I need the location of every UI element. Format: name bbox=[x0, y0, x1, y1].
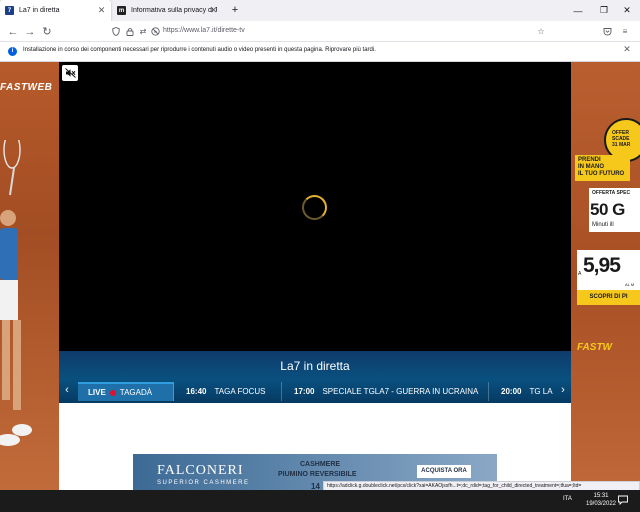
slot-time: 20:00 bbox=[501, 387, 522, 396]
arrow-left-icon: ← bbox=[7, 25, 19, 38]
lock-icon[interactable] bbox=[124, 24, 136, 39]
live-label: LIVE bbox=[88, 388, 106, 397]
tab-title: Informativa sulla privacy di Fire bbox=[131, 7, 217, 14]
menu-icon[interactable]: ≡ bbox=[619, 24, 631, 39]
close-window-button[interactable]: ✕ bbox=[614, 0, 640, 21]
right-ad-brand[interactable]: FASTW bbox=[577, 342, 612, 353]
back-button[interactable]: ← bbox=[4, 21, 22, 42]
autoplay-blocked-icon[interactable] bbox=[149, 24, 161, 39]
prendi-line: IL TUO FUTURO bbox=[578, 171, 625, 177]
speaker-muted-icon bbox=[64, 68, 76, 78]
prendi-line: IN MANO bbox=[578, 164, 604, 170]
forward-button[interactable]: → bbox=[21, 21, 39, 42]
minimize-button[interactable]: — bbox=[565, 0, 591, 21]
schedule-slot[interactable]: 20:00 TG LA bbox=[491, 382, 555, 401]
tray-clock[interactable]: 15:31 19/03/2022 bbox=[583, 492, 619, 508]
banner-headline: CASHMERE bbox=[300, 461, 341, 468]
offerta-label: OFFERTA SPEC bbox=[592, 190, 631, 196]
pocket-icon[interactable] bbox=[601, 24, 613, 39]
arrow-right-icon: → bbox=[24, 25, 36, 38]
schedule-slot[interactable]: 17:00 SPECIALE TGLA7 - GUERRA IN UCRAINA bbox=[284, 382, 489, 401]
live-dot-icon bbox=[109, 389, 116, 396]
reload-button[interactable]: ↻ bbox=[38, 21, 56, 42]
clock-time: 15:31 bbox=[593, 493, 609, 499]
guide-next-button[interactable]: › bbox=[557, 384, 569, 400]
offer-badge-line: 31 MAR bbox=[612, 142, 631, 148]
permissions-icon[interactable]: ⇄ bbox=[137, 24, 149, 39]
slot-time: 17:00 bbox=[294, 387, 315, 396]
banner-brand-sub: SUPERIOR CASHMERE bbox=[157, 480, 250, 486]
url-text[interactable]: https://www.la7.it/dirette-tv bbox=[163, 27, 245, 34]
banner-headline: PIUMINO REVERSIBILE bbox=[278, 471, 357, 478]
input-language[interactable]: ITA bbox=[563, 496, 572, 502]
banner-brand[interactable]: FALCONERI bbox=[157, 463, 244, 479]
la7-favicon-icon: 7 bbox=[5, 6, 14, 15]
notification-close-icon[interactable]: ✕ bbox=[621, 44, 633, 58]
slot-title: TAGA FOCUS bbox=[214, 387, 266, 396]
new-tab-button[interactable]: + bbox=[228, 3, 242, 17]
guide-prev-button[interactable]: ‹ bbox=[61, 384, 73, 400]
mute-button[interactable] bbox=[62, 65, 78, 81]
offerta-value: 50 G bbox=[590, 200, 625, 219]
bookmark-star-icon[interactable]: ☆ bbox=[535, 24, 547, 39]
tab-privacy[interactable]: m Informativa sulla privacy di Fire ✕ bbox=[112, 0, 223, 21]
content-area bbox=[59, 403, 571, 453]
mozilla-favicon-icon: m bbox=[117, 6, 126, 15]
guide-title: La7 in diretta bbox=[280, 359, 350, 373]
tab-close-icon[interactable]: ✕ bbox=[208, 5, 219, 16]
info-icon: i bbox=[8, 47, 17, 56]
notification-text: Installazione in corso dei componenti ne… bbox=[23, 47, 376, 53]
price-sub: AL M bbox=[625, 282, 635, 287]
left-ad-brand[interactable]: FASTWEB bbox=[0, 82, 52, 93]
price-prefix: A bbox=[578, 271, 582, 277]
slot-title: TG LA bbox=[529, 387, 553, 396]
chevron-right-icon: › bbox=[561, 384, 565, 396]
loading-spinner bbox=[302, 195, 327, 220]
prendi-box: PRENDI IN MANO IL TUO FUTURO bbox=[575, 155, 630, 181]
tab-la7[interactable]: 7 La7 in diretta ✕ bbox=[0, 0, 111, 21]
slot-time: 16:40 bbox=[186, 387, 207, 396]
clock-date: 19/03/2022 bbox=[585, 501, 617, 507]
taskbar bbox=[0, 490, 640, 512]
tab-title: La7 in diretta bbox=[19, 7, 60, 14]
shield-icon[interactable] bbox=[110, 24, 122, 39]
slot-title: TAGADÀ bbox=[119, 388, 153, 397]
slot-title: SPECIALE TGLA7 - GUERRA IN UCRAINA bbox=[322, 387, 479, 396]
browser-window: 7 La7 in diretta ✕ m Informativa sulla p… bbox=[0, 0, 640, 512]
reload-icon: ↻ bbox=[42, 26, 52, 38]
tennis-player-image bbox=[0, 140, 32, 446]
schedule-slot-live[interactable]: LIVE TAGADÀ bbox=[78, 382, 174, 401]
offerta-sub: Minuti ill bbox=[592, 222, 614, 228]
scopri-button[interactable]: SCOPRI DI PI bbox=[577, 290, 640, 305]
schedule-slot[interactable]: 16:40 TAGA FOCUS bbox=[176, 382, 282, 401]
acquista-ora-button[interactable]: ACQUISTA ORA bbox=[417, 465, 471, 478]
chevron-left-icon: ‹ bbox=[65, 384, 69, 396]
prendi-line: PRENDI bbox=[578, 157, 601, 163]
price-value: 5,95 bbox=[583, 254, 621, 277]
notification-center-icon[interactable] bbox=[617, 494, 629, 506]
tab-close-icon[interactable]: ✕ bbox=[96, 5, 107, 16]
